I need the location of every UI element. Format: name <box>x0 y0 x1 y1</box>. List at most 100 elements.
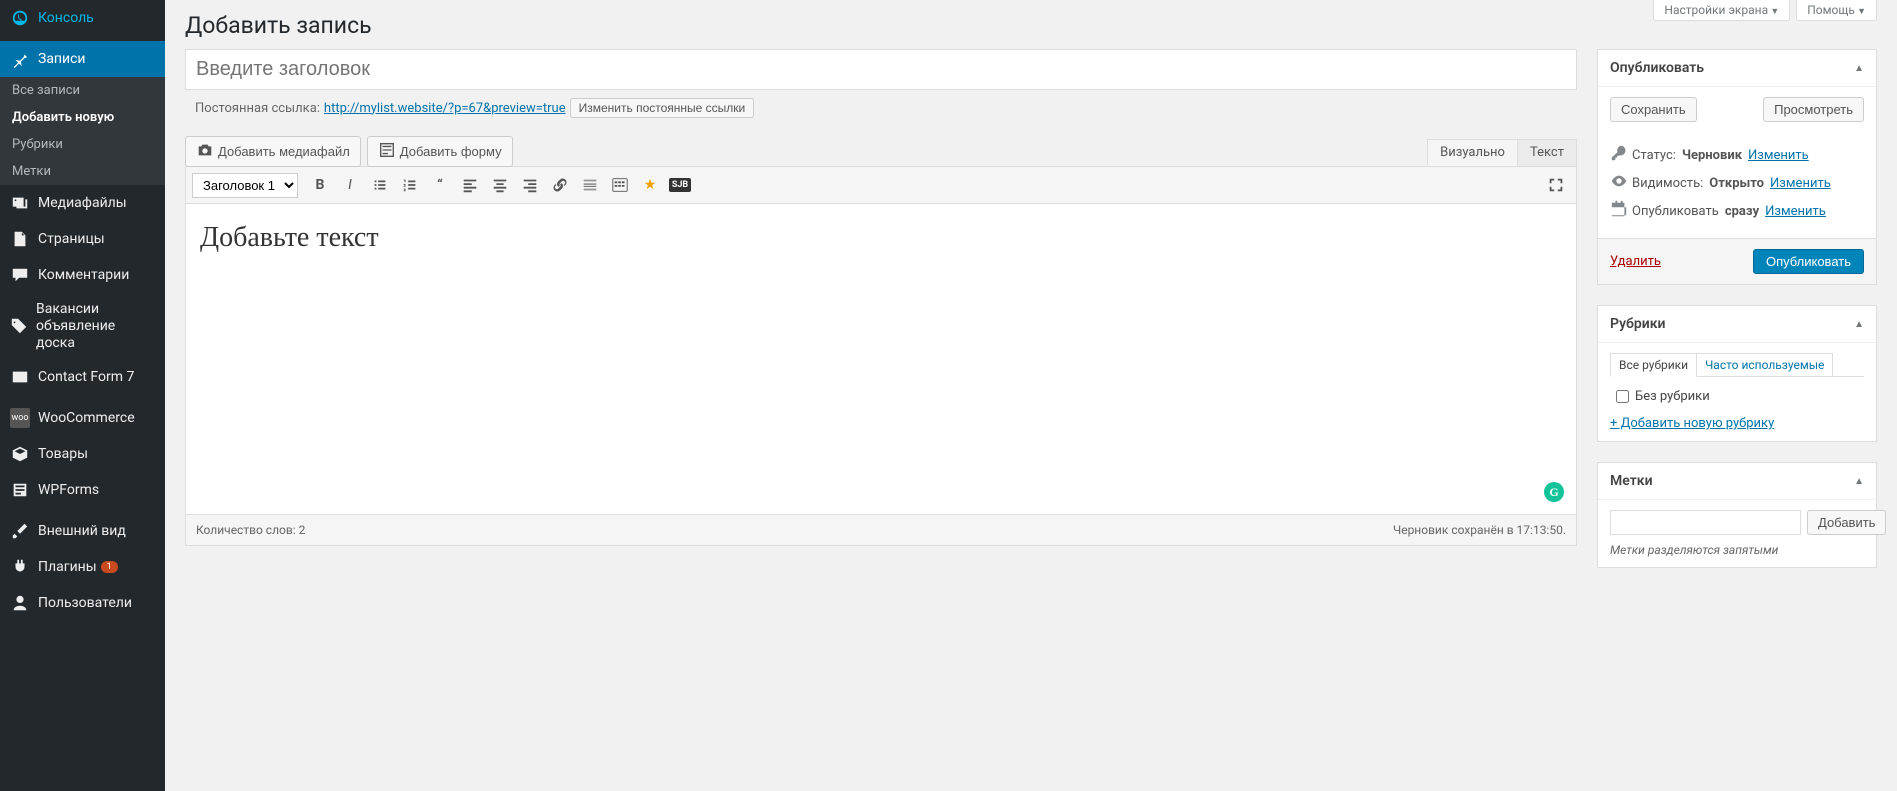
word-count: Количество слов: 2 <box>196 523 305 537</box>
publish-metabox-head[interactable]: Опубликовать ▲ <box>1598 50 1876 87</box>
media-icon <box>10 193 30 213</box>
schedule-value: сразу <box>1725 204 1759 219</box>
tab-popular-categories[interactable]: Часто используемые <box>1697 353 1833 377</box>
status-label: Статус: <box>1632 148 1676 163</box>
submenu-categories[interactable]: Рубрики <box>0 131 165 158</box>
plugin-icon <box>10 557 30 577</box>
pin-icon <box>10 49 30 69</box>
metabox-title: Метки <box>1610 473 1653 489</box>
submenu-tags[interactable]: Метки <box>0 158 165 185</box>
italic-icon[interactable]: I <box>336 171 364 199</box>
menu-appearance[interactable]: Внешний вид <box>0 513 165 549</box>
metabox-title: Рубрики <box>1610 316 1665 332</box>
fullscreen-icon[interactable] <box>1542 171 1570 199</box>
visibility-value: Открыто <box>1709 176 1764 191</box>
editor-tabs: Визуально Текст <box>1427 138 1577 166</box>
publish-button[interactable]: Опубликовать <box>1753 249 1864 274</box>
bold-icon[interactable]: B <box>306 171 334 199</box>
edit-visibility-link[interactable]: Изменить <box>1770 176 1831 191</box>
camera-icon <box>196 141 214 162</box>
add-form-button[interactable]: Добавить форму <box>367 136 513 167</box>
align-right-icon[interactable] <box>516 171 544 199</box>
grammarly-icon[interactable]: G <box>1544 482 1564 502</box>
button-label: Добавить форму <box>400 144 502 159</box>
number-list-icon[interactable] <box>396 171 424 199</box>
preview-button[interactable]: Просмотреть <box>1763 97 1864 122</box>
edit-status-link[interactable]: Изменить <box>1748 148 1809 163</box>
editor-box: Заголовок 1 B I “ ★ SJB <box>185 166 1577 546</box>
menu-label: Консоль <box>38 10 94 26</box>
brush-icon <box>10 521 30 541</box>
menu-cf7[interactable]: Contact Form 7 <box>0 359 165 395</box>
menu-console[interactable]: Консоль <box>0 0 165 36</box>
menu-jobs[interactable]: Вакансии объявление доска <box>0 293 165 359</box>
edit-schedule-link[interactable]: Изменить <box>1765 204 1826 219</box>
menu-wpforms[interactable]: WPForms <box>0 472 165 508</box>
categories-metabox-head[interactable]: Рубрики ▲ <box>1598 306 1876 343</box>
submenu-add-new[interactable]: Добавить новую <box>0 104 165 131</box>
menu-products[interactable]: Товары <box>0 436 165 472</box>
main-content: Настройки экрана Помощь Добавить запись … <box>165 0 1897 791</box>
plugins-badge: 1 <box>101 561 118 573</box>
edit-permalink-button[interactable]: Изменить постоянные ссылки <box>570 98 755 118</box>
delete-link[interactable]: Удалить <box>1610 254 1661 269</box>
autosave-status: Черновик сохранён в 17:13:50. <box>1393 523 1566 537</box>
woo-icon: woo <box>10 408 30 428</box>
tags-input[interactable] <box>1610 510 1801 535</box>
align-left-icon[interactable] <box>456 171 484 199</box>
screen-options-toggle[interactable]: Настройки экрана <box>1653 0 1790 21</box>
tags-metabox-head[interactable]: Метки ▲ <box>1598 463 1876 500</box>
link-icon[interactable] <box>546 171 574 199</box>
submenu-all-posts[interactable]: Все записи <box>0 77 165 104</box>
menu-plugins[interactable]: Плагины 1 <box>0 549 165 585</box>
permalink-url[interactable]: http://mylist.website/?p=67&preview=true <box>324 101 566 116</box>
menu-users[interactable]: Пользователи <box>0 585 165 621</box>
add-tag-button[interactable]: Добавить <box>1807 510 1886 535</box>
star-icon[interactable]: ★ <box>636 171 664 199</box>
toolbar-toggle-icon[interactable] <box>606 171 634 199</box>
post-title-input[interactable] <box>185 49 1577 90</box>
menu-pages[interactable]: Страницы <box>0 221 165 257</box>
quote-icon[interactable]: “ <box>426 171 454 199</box>
help-toggle[interactable]: Помощь <box>1796 0 1877 21</box>
add-media-button[interactable]: Добавить медиафайл <box>185 136 361 167</box>
format-select[interactable]: Заголовок 1 <box>192 173 298 198</box>
menu-label: Комментарии <box>38 267 129 283</box>
menu-label: Медиафайлы <box>38 195 127 211</box>
menu-posts[interactable]: Записи <box>0 41 165 77</box>
screen-meta: Настройки экрана Помощь <box>1653 0 1877 21</box>
category-tabs: Все рубрики Часто используемые <box>1610 353 1864 377</box>
package-icon <box>10 444 30 464</box>
save-draft-button[interactable]: Сохранить <box>1610 97 1697 122</box>
categories-metabox: Рубрики ▲ Все рубрики Часто используемые… <box>1597 305 1877 442</box>
menu-label: Страницы <box>38 231 105 247</box>
tab-text[interactable]: Текст <box>1518 139 1577 166</box>
add-category-link[interactable]: + Добавить новую рубрику <box>1610 416 1774 431</box>
editor-toolbar: Заголовок 1 B I “ ★ SJB <box>186 167 1576 204</box>
category-label: Без рубрики <box>1635 389 1710 404</box>
menu-label: Вакансии объявление доска <box>36 301 155 351</box>
align-center-icon[interactable] <box>486 171 514 199</box>
menu-label: WPForms <box>38 482 99 498</box>
tab-all-categories[interactable]: Все рубрики <box>1610 353 1697 377</box>
submenu-posts: Все записи Добавить новую Рубрики Метки <box>0 77 165 185</box>
metabox-title: Опубликовать <box>1610 60 1704 76</box>
sjb-icon[interactable]: SJB <box>666 171 694 199</box>
more-icon[interactable] <box>576 171 604 199</box>
calendar-icon <box>1610 200 1626 222</box>
menu-label: Внешний вид <box>38 523 126 539</box>
category-checkbox[interactable] <box>1616 390 1629 403</box>
menu-label: Записи <box>38 51 86 67</box>
editor-text: Добавьте текст <box>200 222 1562 254</box>
menu-media[interactable]: Медиафайлы <box>0 185 165 221</box>
dashboard-icon <box>10 8 30 28</box>
bullet-list-icon[interactable] <box>366 171 394 199</box>
category-item[interactable]: Без рубрики <box>1610 387 1864 406</box>
menu-woo[interactable]: woo WooCommerce <box>0 400 165 436</box>
editor-content-area[interactable]: Добавьте текст G <box>186 204 1576 514</box>
page-title: Добавить запись <box>185 0 1877 49</box>
menu-comments[interactable]: Комментарии <box>0 257 165 293</box>
button-label: Добавить медиафайл <box>218 144 350 159</box>
tab-visual[interactable]: Визуально <box>1427 139 1518 166</box>
menu-label: WooCommerce <box>38 410 135 426</box>
